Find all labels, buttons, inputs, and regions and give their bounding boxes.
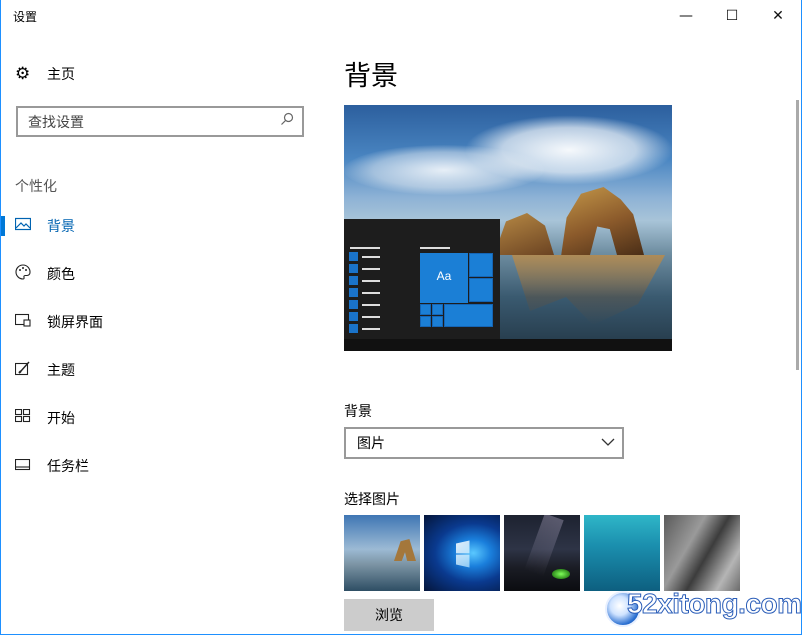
preview-tile <box>420 304 431 315</box>
watermark: 52xitong.com <box>605 584 802 634</box>
watermark-text: 52xitong.com <box>626 588 802 620</box>
preview-menu-line <box>362 256 380 258</box>
preview-menu-app <box>349 324 358 333</box>
background-type-label: 背景 <box>344 404 372 420</box>
preview-taskbar <box>344 339 672 351</box>
theme-icon <box>14 360 37 380</box>
preview-menu-line <box>350 247 380 249</box>
picture-thumbnail[interactable] <box>664 515 740 591</box>
preview-menu-line <box>362 268 380 270</box>
sidebar-item-label: 开始 <box>47 411 75 427</box>
title-bar: 设置 — ☐ ✕ <box>1 0 801 32</box>
sidebar-item-label: 颜色 <box>47 267 75 283</box>
home-label: 主页 <box>47 67 75 83</box>
close-icon: ✕ <box>772 8 784 24</box>
section-label-personalization: 个性化 <box>15 179 57 195</box>
preview-tile-large: Aa <box>420 253 468 303</box>
picture-thumbnail[interactable] <box>344 515 420 591</box>
sidebar-item-taskbar[interactable]: 任务栏 <box>1 442 323 490</box>
scrollbar[interactable] <box>796 100 799 370</box>
sidebar-nav: 背景 颜色 锁屏界面 主题 开始 任务栏 <box>1 202 323 490</box>
preview-menu-app <box>349 312 358 321</box>
preview-rock <box>494 213 554 255</box>
preview-menu-line <box>362 292 380 294</box>
sidebar-item-label: 锁屏界面 <box>47 315 103 331</box>
close-button[interactable]: ✕ <box>755 0 801 32</box>
preview-tile <box>420 316 431 327</box>
sidebar-item-label: 背景 <box>47 219 75 235</box>
preview-start-menu: Aa <box>344 219 500 339</box>
chevron-down-icon <box>601 435 615 447</box>
preview-rock-arch <box>561 187 644 255</box>
preview-menu-line <box>362 328 380 330</box>
preview-menu-app <box>349 264 358 273</box>
picture-thumbnail[interactable] <box>504 515 580 591</box>
maximize-button[interactable]: ☐ <box>709 0 755 32</box>
background-type-select[interactable]: 图片 <box>344 427 624 459</box>
preview-tile <box>469 253 493 277</box>
home-link[interactable]: ⚙ 主页 <box>15 64 75 84</box>
select-value: 图片 <box>357 436 385 452</box>
search-placeholder: 查找设置 <box>28 114 84 131</box>
preview-menu-line <box>362 316 380 318</box>
sidebar-item-themes[interactable]: 主题 <box>1 346 323 394</box>
preview-tile <box>432 304 443 315</box>
sidebar-item-label: 任务栏 <box>47 459 89 475</box>
choose-picture-label: 选择图片 <box>344 492 400 508</box>
preview-menu-app <box>349 276 358 285</box>
preview-menu-app <box>349 288 358 297</box>
picture-thumbnails <box>344 515 740 591</box>
palette-icon <box>15 264 37 284</box>
picture-thumbnail[interactable] <box>424 515 500 591</box>
preview-cloud <box>344 145 544 195</box>
preview-menu-line <box>420 247 450 249</box>
picture-thumbnail[interactable] <box>584 515 660 591</box>
window-title: 设置 <box>13 10 38 24</box>
sidebar-item-colors[interactable]: 颜色 <box>1 250 323 298</box>
taskbar-icon <box>14 457 37 475</box>
lock-screen-icon <box>14 313 37 331</box>
sidebar-item-background[interactable]: 背景 <box>1 202 323 250</box>
minimize-icon: — <box>679 8 693 24</box>
sidebar-item-start[interactable]: 开始 <box>1 394 323 442</box>
settings-window: 设置 — ☐ ✕ ⚙ 主页 查找设置 个性化 背景 颜色 锁屏界面 主题 开始 … <box>0 0 802 635</box>
minimize-button[interactable]: — <box>663 0 709 32</box>
search-input[interactable]: 查找设置 <box>16 106 304 137</box>
preview-menu-app <box>349 252 358 261</box>
background-preview: Aa <box>344 105 672 351</box>
sidebar: ⚙ 主页 查找设置 个性化 背景 颜色 锁屏界面 主题 开始 任务栏 <box>1 32 323 634</box>
preview-tile <box>469 278 493 302</box>
sidebar-item-label: 主题 <box>47 363 75 379</box>
picture-icon <box>14 217 37 235</box>
maximize-icon: ☐ <box>725 8 739 24</box>
sidebar-item-lock-screen[interactable]: 锁屏界面 <box>1 298 323 346</box>
gear-icon: ⚙ <box>15 64 31 84</box>
browse-button[interactable]: 浏览 <box>344 599 434 631</box>
preview-menu-line <box>362 280 380 282</box>
preview-tile <box>432 316 443 327</box>
preview-reflection <box>512 255 665 325</box>
preview-menu-line <box>362 304 380 306</box>
main-content: 背景 Aa 背景 图片 选择图片 浏览 <box>344 32 794 634</box>
start-icon <box>14 408 37 427</box>
preview-menu-app <box>349 300 358 309</box>
search-icon[interactable] <box>280 112 294 130</box>
preview-tile <box>444 304 493 327</box>
page-title: 背景 <box>344 61 398 92</box>
